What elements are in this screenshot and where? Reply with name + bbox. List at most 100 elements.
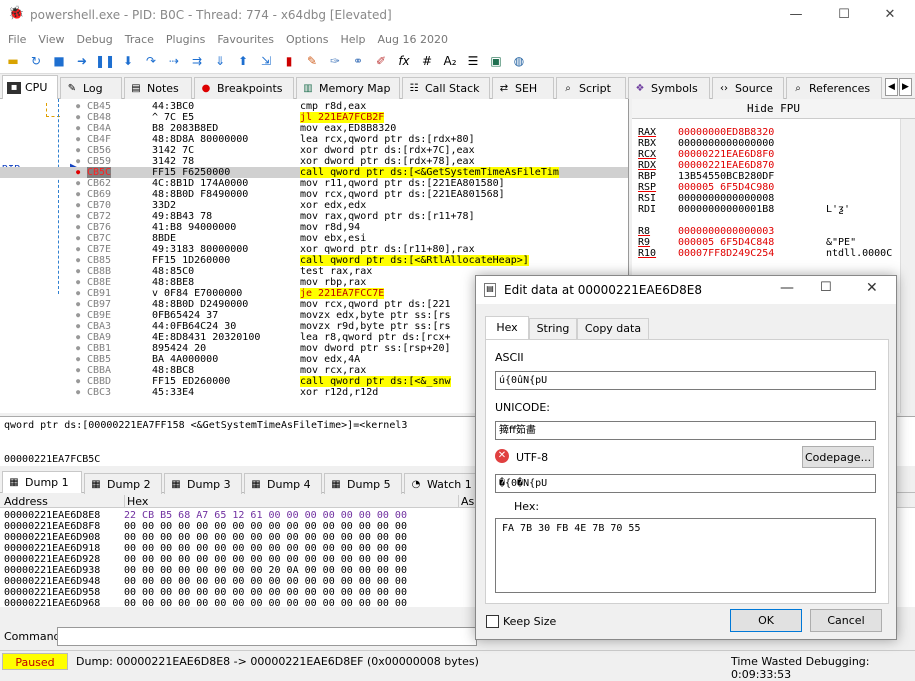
bullet-icon[interactable]: ● (76, 200, 80, 211)
menu-help[interactable]: Help (340, 33, 365, 46)
patch-icon[interactable]: ▮ (280, 52, 298, 70)
bullet-icon[interactable]: ● (76, 321, 80, 332)
register-row[interactable]: R10 00007FF8D249C254 ntdll.0000C (638, 248, 892, 259)
menu-options[interactable]: Options (286, 33, 328, 46)
keep-size-checkbox[interactable] (486, 615, 499, 628)
disasm-row[interactable]: ● CB59 3142 78 xor dword ptr ds:[rdx+78],ea… (0, 156, 628, 167)
tab-dump-2[interactable]: ▦ Dump 2 (84, 473, 162, 495)
step-over-icon[interactable]: ↷ (142, 52, 160, 70)
tab-dump-5[interactable]: ▦ Dump 5 (324, 473, 402, 495)
breakpoint-icon[interactable]: ● (76, 167, 80, 178)
bullet-icon[interactable]: ● (76, 156, 80, 167)
register-row[interactable]: RAX 00000000ED8B8320 (638, 127, 826, 138)
menu-favourites[interactable]: Favourites (217, 33, 274, 46)
bullet-icon[interactable]: ● (76, 365, 80, 376)
hex-editor[interactable]: FA 7B 30 FB 4E 7B 70 55 (495, 518, 876, 593)
menu-view[interactable]: View (38, 33, 64, 46)
stop-icon[interactable]: ■ (50, 52, 68, 70)
tab-breakpoints[interactable]: ● Breakpoints (194, 77, 294, 99)
register-row[interactable]: R8 0000000000000003 (638, 226, 826, 237)
bullet-icon[interactable]: ● (76, 343, 80, 354)
bullet-icon[interactable]: ● (76, 255, 80, 266)
tab-dump-4[interactable]: ▦ Dump 4 (244, 473, 322, 495)
tab-seh[interactable]: ⇄ SEH (492, 77, 554, 99)
bullet-icon[interactable]: ● (76, 222, 80, 233)
disasm-row[interactable]: ● CB4A B8 2083B8ED mov eax,ED8B8320 (0, 123, 628, 134)
bullet-icon[interactable]: ● (76, 233, 80, 244)
tab-dump-1[interactable]: ▦ Dump 1 (2, 471, 82, 493)
unicode-field[interactable]: 篺ﬀ筎畵 (495, 421, 876, 440)
trace-into-icon[interactable]: ⇢ (165, 52, 183, 70)
tab-log[interactable]: ✎ Log (60, 77, 122, 99)
menu-trace[interactable]: Trace (125, 33, 154, 46)
tab-notes[interactable]: ▤ Notes (124, 77, 192, 99)
disasm-row[interactable]: ● CB72 49:8B43 78 mov rax,qword ptr ds:[r11… (0, 211, 628, 222)
bullet-icon[interactable]: ● (76, 112, 80, 123)
bullet-icon[interactable]: ● (76, 101, 80, 112)
bullet-icon[interactable]: ● (76, 332, 80, 343)
menu-debug[interactable]: Debug (77, 33, 113, 46)
run-icon[interactable]: ➜ (73, 52, 91, 70)
disasm-row[interactable]: ● CB7E 49:3183 80000000 xor qword ptr ds:[r… (0, 244, 628, 255)
register-row[interactable]: RDI 00000000000001B8 L'ƺ' (638, 204, 850, 215)
bullet-icon[interactable]: ● (76, 266, 80, 277)
bullet-icon[interactable]: ● (76, 178, 80, 189)
disasm-row[interactable]: ● CB45 44:3BC0 cmp r8d,eax (0, 101, 628, 112)
hide-fpu-button[interactable]: Hide FPU (632, 99, 915, 119)
close-icon[interactable]: ✕ (867, 0, 913, 29)
codepage-button[interactable]: Codepage... (802, 446, 874, 468)
disasm-row[interactable]: ● CB5C FF15 F6250000 call qword ptr ds:[<&G… (0, 167, 628, 178)
register-row[interactable]: RSP 000005 6F5D4C980 (638, 182, 826, 193)
pause-icon[interactable]: ❚❚ (95, 52, 115, 70)
open-icon[interactable]: ▬ (4, 52, 22, 70)
tab-scroll-left-icon[interactable]: ◀ (885, 78, 898, 96)
disasm-row[interactable]: ● CB7C 8BDE mov ebx,esi (0, 233, 628, 244)
dialog-tab-hex[interactable]: Hex (485, 316, 529, 340)
tab-watch-1[interactable]: ◔ Watch 1 (404, 473, 476, 495)
breakpoint-icon[interactable]: ✎ (303, 52, 321, 70)
disasm-row[interactable]: ● CB62 4C:8B1D 174A0000 mov r11,qword ptr d… (0, 178, 628, 189)
registers-scrollbar[interactable] (900, 119, 915, 413)
dialog-maximize-icon[interactable]: ☐ (820, 280, 832, 295)
register-row[interactable]: RDX 00000221EAE6D870 (638, 160, 826, 171)
dialog-minimize-icon[interactable]: — (780, 280, 794, 296)
tab-memory-map[interactable]: ▥ Memory Map (296, 77, 400, 99)
tab-cpu[interactable]: ▪ CPU (2, 75, 58, 99)
execute-till-return-icon[interactable]: ⇓ (211, 52, 229, 70)
tab-script[interactable]: ⌕ Script (556, 77, 626, 99)
bullet-icon[interactable]: ● (76, 189, 80, 200)
memory-icon[interactable]: ⇲ (257, 52, 275, 70)
maximize-icon[interactable]: ☐ (821, 0, 867, 29)
bullet-icon[interactable]: ● (76, 288, 80, 299)
label-icon[interactable]: ✐ (372, 52, 390, 70)
bullet-icon[interactable]: ● (76, 387, 80, 398)
bullet-icon[interactable]: ● (76, 134, 80, 145)
ascii-field[interactable]: ú{0ûN{pU (495, 371, 876, 390)
bullet-icon[interactable]: ● (76, 376, 80, 387)
tab-references[interactable]: ⌕ References (786, 77, 882, 99)
bullet-icon[interactable]: ● (76, 354, 80, 365)
disasm-row[interactable]: ● CB4F 48:8D8A 80000000 lea rcx,qword ptr d… (0, 134, 628, 145)
plugin-icon[interactable]: ▣ (487, 52, 505, 70)
script-icon[interactable]: ✑ (326, 52, 344, 70)
bullet-icon[interactable]: ● (76, 211, 80, 222)
utf8-field[interactable]: �{0�N{pU (495, 474, 876, 493)
disasm-row[interactable]: ● CB76 41:B8 94000000 mov r8d,94 (0, 222, 628, 233)
register-row[interactable]: RBX 0000000000000000 (638, 138, 826, 149)
disasm-row[interactable]: ● CB70 33D2 xor edx,edx (0, 200, 628, 211)
bullet-icon[interactable]: ● (76, 244, 80, 255)
bullet-icon[interactable]: ● (76, 145, 80, 156)
disasm-row[interactable]: ● CB48 ^ 7C E5 jl 221EA7FCB2F (0, 112, 628, 123)
bullet-icon[interactable]: ● (76, 123, 80, 134)
hash-icon[interactable]: # (418, 52, 436, 70)
tab-symbols[interactable]: ❖ Symbols (628, 77, 710, 99)
dialog-close-icon[interactable]: ✕ (866, 280, 878, 296)
bullet-icon[interactable]: ● (76, 299, 80, 310)
register-row[interactable] (638, 215, 826, 226)
disasm-row[interactable]: ● CB56 3142 7C xor dword ptr ds:[rdx+7C],ea… (0, 145, 628, 156)
command-input[interactable] (57, 627, 477, 646)
disasm-row[interactable]: ● CB85 FF15 1D260000 call qword ptr ds:[<&R… (0, 255, 628, 266)
menu-plugins[interactable]: Plugins (166, 33, 205, 46)
bullet-icon[interactable]: ● (76, 310, 80, 321)
tab-call-stack[interactable]: ☷ Call Stack (402, 77, 490, 99)
